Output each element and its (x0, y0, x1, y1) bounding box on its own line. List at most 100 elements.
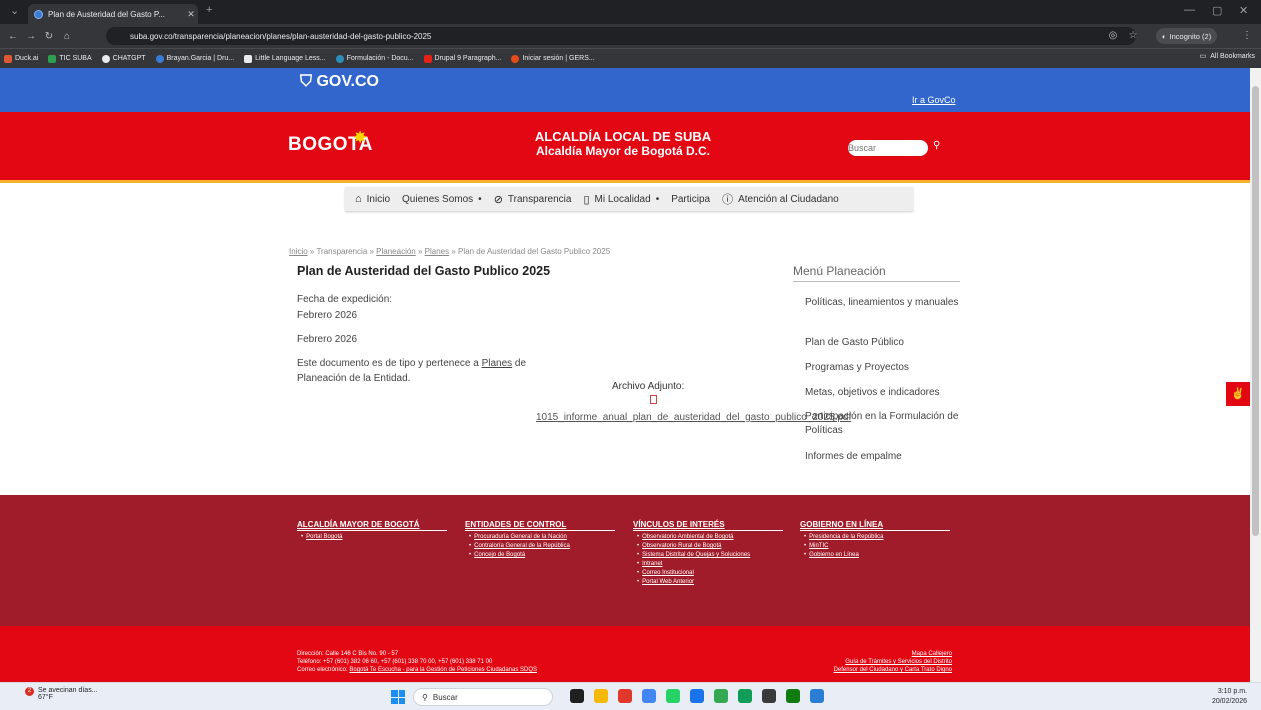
nav-participa[interactable]: Participa (671, 194, 710, 205)
nav-mi-localidad[interactable]: ▯ Mi Localidad • (583, 193, 659, 206)
forward-icon[interactable]: → (22, 31, 40, 42)
star-icon[interactable]: ☆ (1124, 30, 1142, 41)
govco-link[interactable]: Ir a GovCo (912, 95, 956, 105)
minimize-icon[interactable]: — (1184, 4, 1195, 16)
footer-link[interactable]: Sistema Distrital de Quejas y Soluciones (633, 552, 783, 558)
breadcrumb-planeacion[interactable]: Planeación (376, 247, 416, 256)
sidebar-item-metas[interactable]: Metas, objetivos e indicadores (805, 386, 965, 400)
bookmark-item[interactable]: Brayan.Garcia | Dru... (155, 54, 234, 63)
eye-off-icon[interactable]: ◎ (1104, 30, 1122, 41)
bookmark-item[interactable]: CHATGPT (101, 54, 146, 63)
nav-quienes-somos[interactable]: Quienes Somos • (402, 194, 482, 205)
footer-link[interactable]: MinTIC (800, 543, 950, 549)
taskbar-app-icon[interactable] (594, 689, 608, 703)
taskbar-app-icon[interactable] (570, 689, 584, 703)
taskbar: Se avecinan días... 67°F 2 ⚲ Buscar 3:10… (0, 682, 1261, 710)
footer-right-link[interactable]: Mapa Callejero (912, 651, 952, 657)
taskbar-search-label: Buscar (432, 692, 458, 702)
nav-inicio[interactable]: ⌂ Inicio (355, 193, 390, 205)
taskbar-app-icon[interactable] (714, 689, 728, 703)
address-toolbar: ← → ↻ ⌂ suba.gov.co/transparencia/planea… (0, 24, 1261, 48)
footer-heading[interactable]: ALCALDÍA MAYOR DE BOGOTÁ (297, 520, 447, 531)
footer-email-link[interactable]: Bogotá Te Escucha - para la Gestión de P… (349, 667, 537, 673)
footer-link[interactable]: Portal Web Anterior (633, 579, 783, 585)
footer-column: GOBIERNO EN LÍNEA Presidencia de la Repú… (800, 520, 950, 558)
footer-column: VÍNCULOS DE INTERÉS Observatorio Ambient… (633, 520, 783, 585)
page-scrollbar[interactable] (1250, 68, 1261, 682)
site-search-input[interactable] (848, 140, 928, 156)
scroll-thumb[interactable] (1252, 86, 1259, 536)
bookmark-item[interactable]: Drupal 9 Paragraph... (423, 54, 501, 63)
taskbar-app-icon[interactable] (690, 689, 704, 703)
header-title: ALCALDÍA LOCAL DE SUBA (534, 129, 712, 144)
doc-category-link[interactable]: Planes (482, 358, 513, 369)
tab-list-icon[interactable]: ⌄ (10, 4, 19, 17)
breadcrumb-inicio[interactable]: Inicio (289, 247, 308, 256)
footer-heading[interactable]: GOBIERNO EN LÍNEA (800, 520, 950, 531)
bookmark-icon (244, 54, 253, 63)
footer-link[interactable]: Observatorio Rural de Bogotá (633, 543, 783, 549)
footer-link[interactable]: Contraloría General de la República (465, 543, 615, 549)
footer-link[interactable]: Concejo de Bogotá (465, 552, 615, 558)
footer-link[interactable]: Procuraduría General de la Nación (465, 534, 615, 540)
accessibility-tab[interactable]: ✌ (1226, 382, 1250, 406)
bookmark-icon (48, 54, 57, 63)
taskbar-app-icon[interactable] (786, 689, 800, 703)
system-clock[interactable]: 3:10 p.m. 20/02/2026 (1212, 687, 1247, 707)
sidebar-item-participacion[interactable]: Participación en la Formulación de Polít… (805, 410, 965, 438)
bookmark-item[interactable]: TIC SUBA (48, 54, 92, 63)
new-tab-button[interactable]: + (206, 4, 212, 16)
taskbar-search[interactable]: ⚲ Buscar (413, 688, 553, 706)
footer-heading[interactable]: VÍNCULOS DE INTERÉS (633, 520, 783, 531)
bookmark-item[interactable]: Iniciar sesión | GERS... (511, 54, 595, 63)
taskbar-app-icon[interactable] (618, 689, 632, 703)
footer-right-link[interactable]: Defensor del Ciudadano y Carta Trato Dig… (834, 667, 952, 673)
menu-icon[interactable]: ⋮ (1238, 30, 1256, 41)
bookmark-item[interactable]: Little Language Less... (244, 54, 326, 63)
check-circle-icon: ⊘ (493, 193, 503, 206)
sidebar-item-programas[interactable]: Programas y Proyectos (805, 361, 965, 375)
pdf-icon[interactable] (650, 395, 657, 404)
home-icon[interactable]: ⌂ (58, 31, 76, 42)
back-icon[interactable]: ← (4, 31, 22, 42)
taskbar-app-icon[interactable] (642, 689, 656, 703)
bookmark-item[interactable]: Formulación - Docu... (335, 54, 414, 63)
footer-right-link[interactable]: Guía de Trámites y Servicios del Distrit… (845, 659, 952, 665)
clock-time: 3:10 p.m. (1217, 688, 1247, 695)
footer-link[interactable]: Portal Bogotá (297, 534, 447, 540)
footer-heading[interactable]: ENTIDADES DE CONTROL (465, 520, 615, 531)
windows-start-icon[interactable] (391, 690, 405, 704)
reload-icon[interactable]: ↻ (40, 31, 58, 42)
breadcrumb-planes[interactable]: Planes (425, 247, 449, 256)
browser-tab[interactable]: Plan de Austeridad del Gasto P... ✕ (28, 4, 198, 24)
footer-link[interactable]: Gobierno en Línea (800, 552, 950, 558)
sidebar-item-plan-gasto[interactable]: Plan de Gasto Público (805, 336, 965, 350)
sidebar-item-politicas[interactable]: Políticas, lineamientos y manuales (805, 296, 965, 310)
footer-link[interactable]: Intranet (633, 561, 783, 567)
bookmark-item[interactable]: Duck.ai (4, 54, 38, 63)
restore-icon[interactable]: ▢ (1212, 4, 1222, 17)
tab-close-icon[interactable]: ✕ (184, 9, 198, 20)
taskbar-app-icon[interactable] (738, 689, 752, 703)
star-logo-icon: ✸ (353, 128, 368, 147)
footer-link[interactable]: Presidencia de la República (800, 534, 950, 540)
nav-label: Participa (671, 193, 711, 205)
taskbar-app-icon[interactable] (810, 689, 824, 703)
close-window-icon[interactable]: ✕ (1239, 4, 1248, 17)
nav-transparencia[interactable]: ⊘ Transparencia (494, 193, 572, 206)
govco-logo[interactable]: ⛉ GOV.CO (300, 73, 379, 91)
footer-phone: Teléfono: +57 (601) 382 06 60, +57 (601)… (297, 659, 493, 665)
all-bookmarks-button[interactable]: ▭ All Bookmarks (1200, 52, 1255, 61)
breadcrumb-sep: » (415, 247, 425, 256)
breadcrumb-text: » Transparencia » (307, 247, 377, 256)
footer-link[interactable]: Observatorio Ambiental de Bogotá (633, 534, 783, 540)
url-bar[interactable]: suba.gov.co/transparencia/planeacion/pla… (106, 27, 1136, 45)
search-icon[interactable]: ⚲ (933, 140, 940, 151)
taskbar-app-icon[interactable] (762, 689, 776, 703)
footer-link[interactable]: Correo Institucional (633, 570, 783, 576)
incognito-badge[interactable]: ◐ Incognito (2) (1156, 28, 1218, 44)
taskbar-app-icon[interactable] (666, 689, 680, 703)
nav-atencion-ciudadano[interactable]: ⓘ Atención al Ciudadano (722, 191, 839, 207)
attachment-link[interactable]: 1015_informe_anual_plan_de_austeridad_de… (536, 412, 851, 423)
sidebar-item-informes[interactable]: Informes de empalme (805, 450, 965, 464)
